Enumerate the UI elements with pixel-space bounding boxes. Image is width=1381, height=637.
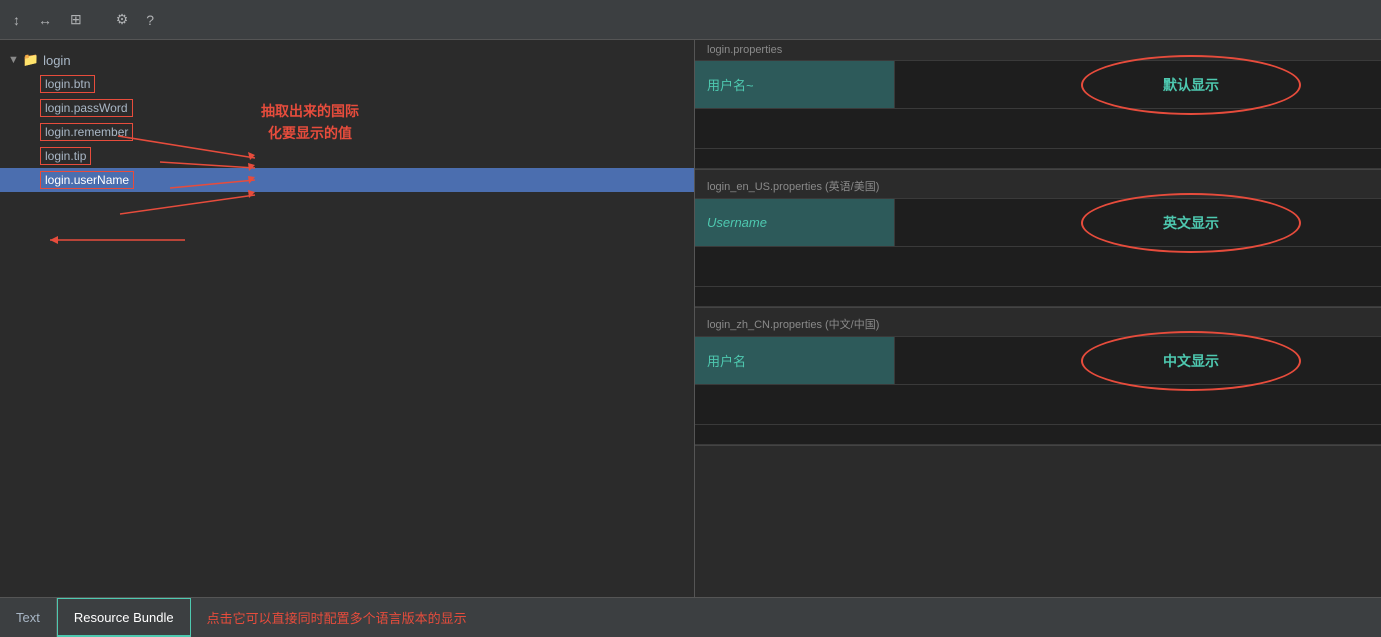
- tab-resource-bundle[interactable]: Resource Bundle: [57, 598, 191, 637]
- tree-item-label: login.userName: [40, 171, 134, 189]
- tree-root[interactable]: ▼ 📁 login: [0, 48, 694, 72]
- annotation-oval-2: 英文显示: [1081, 193, 1301, 253]
- toolbar: ↕ ↔ ⊞ ⚙ ?: [0, 0, 1381, 40]
- annotation-oval-3: 中文显示: [1081, 331, 1301, 391]
- tree-item-label: login.btn: [40, 75, 95, 93]
- empty-row-2: [695, 247, 1381, 287]
- right-panel: login.properties 用户名~ 默认显示 login: [695, 40, 1381, 597]
- section-header-1: login.properties: [695, 40, 1381, 61]
- toolbar-sort-btn[interactable]: ↕: [8, 9, 25, 31]
- annotation-oval-1: 默认显示: [1081, 55, 1301, 115]
- oval-text-1: 默认显示: [1163, 75, 1219, 95]
- toolbar-settings-btn[interactable]: ⚙: [111, 8, 134, 31]
- toolbar-help-btn[interactable]: ?: [141, 9, 159, 31]
- bottom-hint: 点击它可以直接同时配置多个语言版本的显示: [191, 598, 483, 637]
- tree-root-label: login: [43, 53, 70, 68]
- folder-icon: 📁: [23, 52, 39, 68]
- property-row-2: Username 英文显示: [695, 199, 1381, 247]
- section-header-3: login_zh_CN.properties (中文/中国): [695, 312, 1381, 337]
- bottom-bar: Text Resource Bundle 点击它可以直接同时配置多个语言版本的显…: [0, 597, 1381, 637]
- empty-row-3: [695, 385, 1381, 425]
- section-login-zh: login_zh_CN.properties (中文/中国) 用户名 中文显示: [695, 312, 1381, 446]
- empty-row-3b: [695, 425, 1381, 445]
- tree-area: ▼ 📁 login login.btn login.passWord login…: [0, 40, 694, 597]
- property-row-3: 用户名 中文显示: [695, 337, 1381, 385]
- collapse-icon: ▼: [8, 54, 19, 66]
- tree-item-login-btn[interactable]: login.btn: [0, 72, 694, 96]
- prop-key-2: Username: [695, 199, 895, 246]
- main-area: ▼ 📁 login login.btn login.passWord login…: [0, 40, 1381, 597]
- prop-key-3: 用户名: [695, 337, 895, 384]
- tree-item-label: login.passWord: [40, 99, 133, 117]
- prop-value-area-2[interactable]: 英文显示: [895, 199, 1381, 246]
- property-row-1: 用户名~ 默认显示: [695, 61, 1381, 109]
- annotation-text: 抽取出来的国际 化要显示的值: [200, 100, 420, 145]
- prop-value-area-3[interactable]: 中文显示: [895, 337, 1381, 384]
- toolbar-layout-btn[interactable]: ↔: [33, 9, 57, 31]
- empty-row-2b: [695, 287, 1381, 307]
- oval-text-3: 中文显示: [1163, 351, 1219, 371]
- annotation-callout: 抽取出来的国际 化要显示的值: [200, 100, 420, 145]
- section-header-2: login_en_US.properties (英语/美国): [695, 174, 1381, 199]
- left-panel: ▼ 📁 login login.btn login.passWord login…: [0, 40, 695, 597]
- prop-key-1: 用户名~: [695, 61, 895, 108]
- empty-row-1: [695, 109, 1381, 149]
- oval-text-2: 英文显示: [1163, 213, 1219, 233]
- tree-item-label: login.remember: [40, 123, 133, 141]
- tab-text[interactable]: Text: [0, 598, 57, 637]
- tree-item-label: login.tip: [40, 147, 91, 165]
- tree-item-login-username[interactable]: login.userName: [0, 168, 694, 192]
- tree-item-login-tip[interactable]: login.tip: [0, 144, 694, 168]
- section-login-en: login_en_US.properties (英语/美国) Username …: [695, 174, 1381, 308]
- prop-value-area-1[interactable]: 默认显示: [895, 61, 1381, 108]
- empty-row-1b: [695, 149, 1381, 169]
- section-login-properties: login.properties 用户名~ 默认显示: [695, 40, 1381, 170]
- toolbar-menu-btn[interactable]: ⊞: [65, 8, 87, 31]
